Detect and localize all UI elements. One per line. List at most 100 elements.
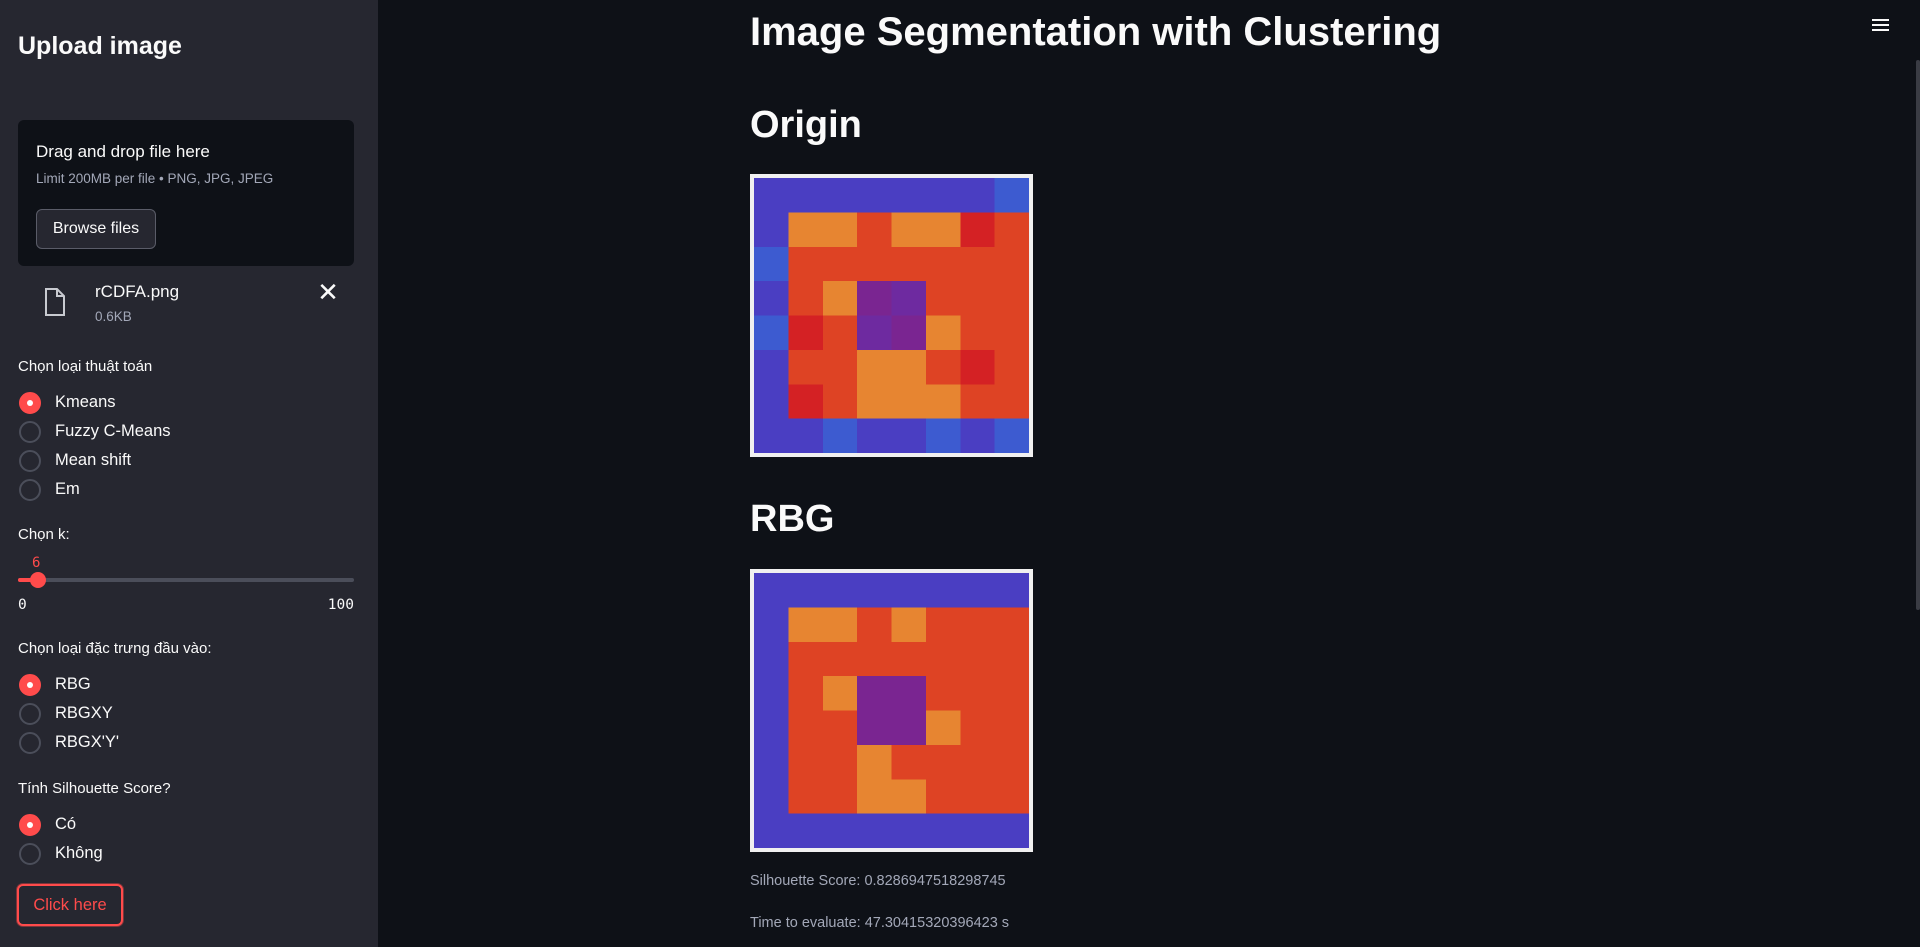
image-pixel <box>788 676 824 712</box>
image-pixel <box>891 710 927 746</box>
image-pixel <box>960 349 996 385</box>
image-pixel <box>857 676 893 712</box>
image-pixel <box>857 315 893 351</box>
image-pixel <box>754 384 790 420</box>
image-pixel <box>788 212 824 248</box>
image-pixel <box>994 779 1029 815</box>
image-pixel <box>994 384 1029 420</box>
image-pixel <box>925 641 961 677</box>
radio-rbgxy[interactable]: RBGXY <box>18 699 119 728</box>
hamburger-menu-icon[interactable] <box>1870 16 1892 38</box>
image-pixel <box>994 676 1029 712</box>
radio-rbgx-y[interactable]: RBGX'Y' <box>18 728 119 757</box>
file-uploader-dropzone[interactable]: Drag and drop file here Limit 200MB per … <box>18 120 354 266</box>
image-pixel <box>788 384 824 420</box>
image-pixel <box>960 315 996 351</box>
image-pixel <box>925 281 961 317</box>
image-pixel <box>960 178 996 214</box>
algorithm-radio-group: Kmeans Fuzzy C-Means Mean shift Em <box>18 388 171 504</box>
radio-indicator <box>19 813 41 836</box>
radio-label: Fuzzy C-Means <box>55 422 171 440</box>
result-heading: RBG <box>750 498 835 540</box>
image-pixel <box>754 779 790 815</box>
sidebar-title: Upload image <box>18 32 182 60</box>
k-slider[interactable]: 6 0 100 <box>18 551 354 621</box>
image-pixel <box>822 418 858 453</box>
image-pixel <box>857 384 893 420</box>
image-pixel <box>822 315 858 351</box>
image-pixel <box>822 246 858 282</box>
slider-track[interactable] <box>18 572 354 588</box>
radio-rbg[interactable]: RBG <box>18 670 119 699</box>
image-pixel <box>994 813 1029 848</box>
radio-label: Kmeans <box>55 393 116 411</box>
radio-kmeans[interactable]: Kmeans <box>18 388 171 417</box>
browse-files-button[interactable]: Browse files <box>36 209 156 249</box>
radio-indicator <box>19 731 41 754</box>
image-pixel <box>994 246 1029 282</box>
image-pixel <box>857 418 893 453</box>
image-pixel <box>960 418 996 453</box>
image-pixel <box>925 779 961 815</box>
image-pixel <box>994 178 1029 214</box>
image-pixel <box>925 813 961 848</box>
image-pixel <box>891 212 927 248</box>
image-pixel <box>857 813 893 848</box>
image-pixel <box>857 710 893 746</box>
image-pixel <box>857 607 893 643</box>
image-pixel <box>822 349 858 385</box>
image-pixel <box>960 813 996 848</box>
image-pixel <box>857 641 893 677</box>
image-pixel <box>891 779 927 815</box>
scrollbar[interactable] <box>1916 60 1920 610</box>
radio-label: Em <box>55 480 80 498</box>
k-label: Chọn k: <box>18 526 70 543</box>
image-pixel <box>891 349 927 385</box>
silhouette-radio-group: Có Không <box>18 810 103 868</box>
image-pixel <box>960 573 996 609</box>
slider-thumb[interactable] <box>30 572 47 588</box>
close-icon[interactable]: ✕ <box>316 279 340 305</box>
file-icon <box>45 288 65 316</box>
radio-indicator <box>19 673 41 696</box>
image-pixel <box>788 710 824 746</box>
features-radio-group: RBG RBGXY RBGX'Y' <box>18 670 119 757</box>
image-pixel <box>754 246 790 282</box>
radio-em[interactable]: Em <box>18 475 171 504</box>
image-pixel <box>994 315 1029 351</box>
page-title: Image Segmentation with Clustering <box>750 10 1442 54</box>
radio-fuzzy-c-means[interactable]: Fuzzy C-Means <box>18 417 171 446</box>
radio-co[interactable]: Có <box>18 810 103 839</box>
image-pixel <box>754 418 790 453</box>
image-pixel <box>754 710 790 746</box>
image-pixel <box>925 349 961 385</box>
image-pixel <box>891 607 927 643</box>
image-pixel <box>754 607 790 643</box>
image-pixel <box>822 779 858 815</box>
image-pixel <box>994 744 1029 780</box>
image-pixel <box>788 418 824 453</box>
radio-indicator <box>19 842 41 865</box>
image-pixel <box>857 281 893 317</box>
image-pixel <box>960 212 996 248</box>
segmented-image <box>750 569 1033 852</box>
radio-mean-shift[interactable]: Mean shift <box>18 446 171 475</box>
image-pixel <box>857 212 893 248</box>
algorithm-label: Chọn loại thuật toán <box>18 358 153 375</box>
image-pixel <box>822 212 858 248</box>
image-pixel <box>822 710 858 746</box>
image-pixel <box>857 178 893 214</box>
image-pixel <box>788 779 824 815</box>
radio-indicator <box>19 420 41 443</box>
image-pixel <box>822 744 858 780</box>
image-pixel <box>925 246 961 282</box>
radio-khong[interactable]: Không <box>18 839 103 868</box>
uploaded-file-size: 0.6KB <box>95 309 132 324</box>
image-pixel <box>822 281 858 317</box>
image-pixel <box>925 418 961 453</box>
origin-image-pixels <box>754 178 1029 453</box>
click-here-button[interactable]: Click here <box>17 884 123 926</box>
image-pixel <box>960 384 996 420</box>
image-pixel <box>788 641 824 677</box>
image-pixel <box>754 349 790 385</box>
